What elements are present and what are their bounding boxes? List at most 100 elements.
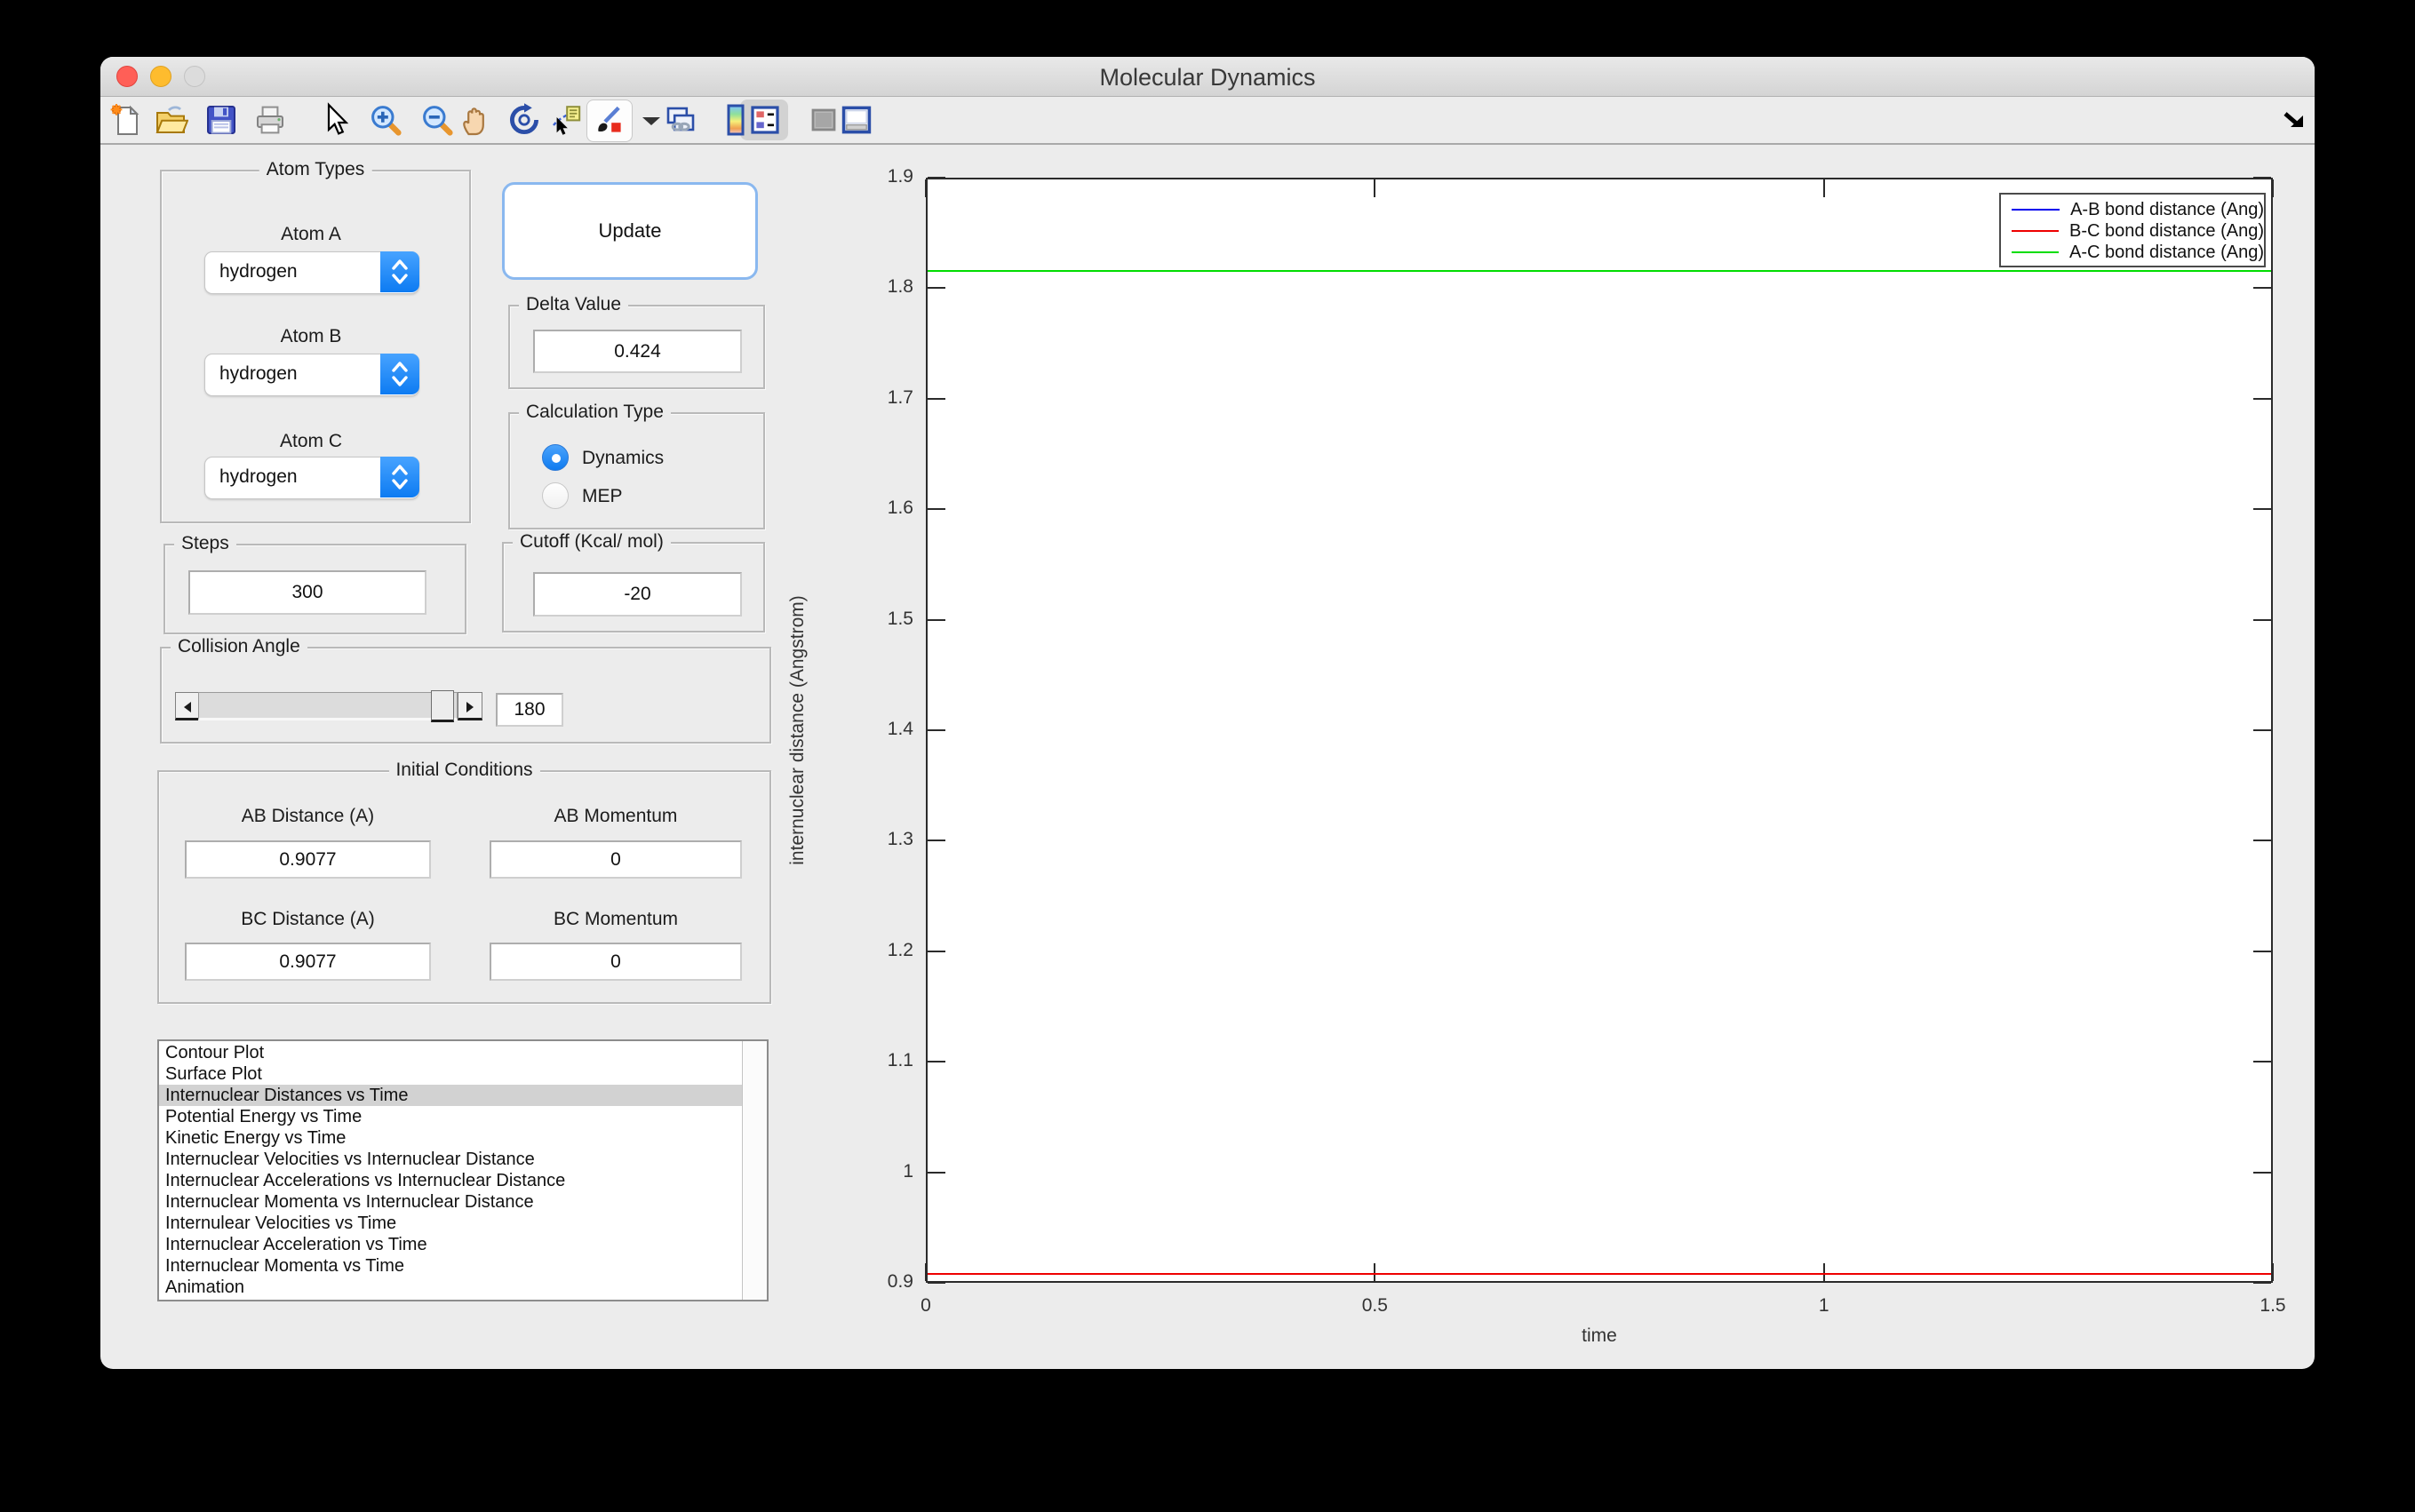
legend-line-sample [2012, 209, 2060, 211]
plot-list-item[interactable]: Animation [159, 1277, 742, 1298]
hide-plot-tools-icon[interactable] [806, 102, 841, 138]
y-tick-label: 1.8 [846, 276, 913, 298]
y-tick-right [2253, 398, 2271, 400]
y-tick-right [2253, 951, 2271, 952]
mep-radio[interactable] [542, 482, 569, 509]
zoom-out-icon[interactable] [419, 102, 455, 138]
title-bar[interactable]: Molecular Dynamics [100, 57, 2315, 97]
y-tick-label: 1.4 [846, 719, 913, 740]
mep-radio-label: MEP [582, 486, 623, 507]
y-tick [928, 951, 945, 952]
y-tick [928, 1061, 945, 1062]
collision-angle-field[interactable] [496, 693, 563, 727]
bc-momentum-label: BC Momentum [490, 909, 742, 930]
show-plot-tools-icon[interactable] [839, 102, 874, 138]
plot-list-item[interactable]: Internulear Velocities vs Time [159, 1213, 742, 1234]
collision-angle-slider-thumb[interactable] [431, 690, 454, 722]
save-figure-icon[interactable] [203, 102, 239, 138]
listbox-scrollbar[interactable] [742, 1041, 767, 1300]
y-tick-label: 1.3 [846, 829, 913, 850]
popup-chevrons-icon [380, 457, 419, 497]
x-tick-label: 1.5 [2237, 1295, 2308, 1317]
plot-list-item[interactable]: Kinetic Energy vs Time [159, 1127, 742, 1149]
cutoff-title: Cutoff (Kcal/ mol) [513, 531, 671, 553]
y-tick [928, 1172, 945, 1174]
y-tick-right [2253, 1061, 2271, 1062]
y-tick-right [2253, 1282, 2271, 1284]
collision-angle-slider-track[interactable] [198, 692, 458, 720]
rotate-3d-icon[interactable] [506, 102, 542, 138]
bc-distance-field[interactable] [185, 943, 431, 981]
steps-field[interactable] [188, 570, 426, 615]
y-tick-right [2253, 619, 2271, 621]
plot-list-item[interactable]: Internuclear Accelerations vs Internucle… [159, 1170, 742, 1191]
cutoff-field[interactable] [533, 572, 742, 617]
window-title: Molecular Dynamics [100, 64, 2315, 92]
plot-list-item[interactable]: Potential Energy vs Time [159, 1106, 742, 1127]
y-tick-right [2253, 729, 2271, 731]
atom-c-value: hydrogen [219, 466, 298, 488]
x-tick [1823, 1263, 1825, 1281]
plot-legend[interactable]: A-B bond distance (Ang)B-C bond distance… [1999, 193, 2266, 267]
edit-pointer-icon[interactable] [316, 102, 352, 138]
y-tick-right [2253, 287, 2271, 289]
zoom-in-icon[interactable] [368, 102, 403, 138]
y-tick-label: 1.7 [846, 387, 913, 409]
legend-line-sample [2012, 251, 2059, 253]
plot-list-item[interactable]: Contour Plot [159, 1042, 742, 1063]
plot-list-item[interactable]: Internuclear Distances vs Time [159, 1085, 742, 1106]
y-tick-label: 1.1 [846, 1050, 913, 1071]
atom-c-popup[interactable]: hydrogen [204, 457, 419, 499]
y-tick-right [2253, 840, 2271, 841]
atom-c-label: Atom C [204, 431, 418, 452]
toolbar-overflow-icon[interactable] [2277, 102, 2302, 138]
plot-list-item[interactable]: Internuclear Momenta vs Time [159, 1255, 742, 1277]
bc-distance-label: BC Distance (A) [185, 909, 431, 930]
plot-type-listbox[interactable]: Contour PlotSurface PlotInternuclear Dis… [157, 1039, 769, 1301]
plot-area[interactable] [926, 178, 2273, 1283]
delta-value-field[interactable] [533, 330, 742, 373]
ab-momentum-field[interactable] [490, 840, 742, 879]
popup-chevrons-icon [380, 354, 419, 394]
x-tick [1374, 1263, 1375, 1281]
x-tick-label: 0 [890, 1295, 961, 1317]
plot-list-item[interactable]: Internuclear Velocities vs Internuclear … [159, 1149, 742, 1170]
plot-list-item[interactable]: Internuclear Momenta vs Internuclear Dis… [159, 1191, 742, 1213]
brush-data-icon[interactable] [591, 102, 626, 138]
y-tick [928, 619, 945, 621]
collision-angle-title: Collision Angle [171, 636, 307, 657]
dynamics-radio-label: Dynamics [582, 448, 664, 469]
update-button[interactable]: Update [502, 182, 758, 280]
atom-b-value: hydrogen [219, 363, 298, 385]
y-tick [928, 287, 945, 289]
dynamics-radio[interactable] [542, 444, 569, 471]
y-tick-label: 1 [846, 1161, 913, 1182]
open-file-icon[interactable] [153, 102, 188, 138]
slider-left-arrow[interactable] [175, 692, 199, 720]
legend-entry: B-C bond distance (Ang) [2001, 220, 2264, 242]
ab-momentum-label: AB Momentum [490, 806, 742, 827]
legend-entry-label: A-C bond distance (Ang) [2069, 243, 2264, 263]
initial-conditions-title: Initial Conditions [388, 760, 539, 781]
atom-a-popup[interactable]: hydrogen [204, 251, 419, 294]
legend-entry: A-C bond distance (Ang) [2001, 242, 2264, 263]
data-cursor-icon[interactable] [548, 102, 584, 138]
plot-list-item[interactable]: Surface Plot [159, 1063, 742, 1085]
link-plot-icon[interactable] [663, 102, 698, 138]
calculation-type-title: Calculation Type [519, 402, 671, 423]
popup-chevrons-icon [380, 251, 419, 292]
legend-entry-label: A-B bond distance (Ang) [2070, 200, 2264, 220]
ab-distance-field[interactable] [185, 840, 431, 879]
x-tick-label: 0.5 [1339, 1295, 1410, 1317]
bc-momentum-field[interactable] [490, 943, 742, 981]
atom-a-label: Atom A [204, 224, 418, 245]
atom-b-popup[interactable]: hydrogen [204, 354, 419, 396]
new-figure-icon[interactable] [108, 102, 143, 138]
brush-dropdown-icon[interactable] [634, 102, 651, 138]
pan-icon[interactable] [458, 102, 493, 138]
plot-list-item[interactable]: Internuclear Acceleration vs Time [159, 1234, 742, 1255]
atom-b-label: Atom B [204, 326, 418, 347]
slider-right-arrow[interactable] [458, 692, 482, 720]
insert-legend-icon[interactable] [747, 102, 783, 138]
print-figure-icon[interactable] [252, 102, 288, 138]
